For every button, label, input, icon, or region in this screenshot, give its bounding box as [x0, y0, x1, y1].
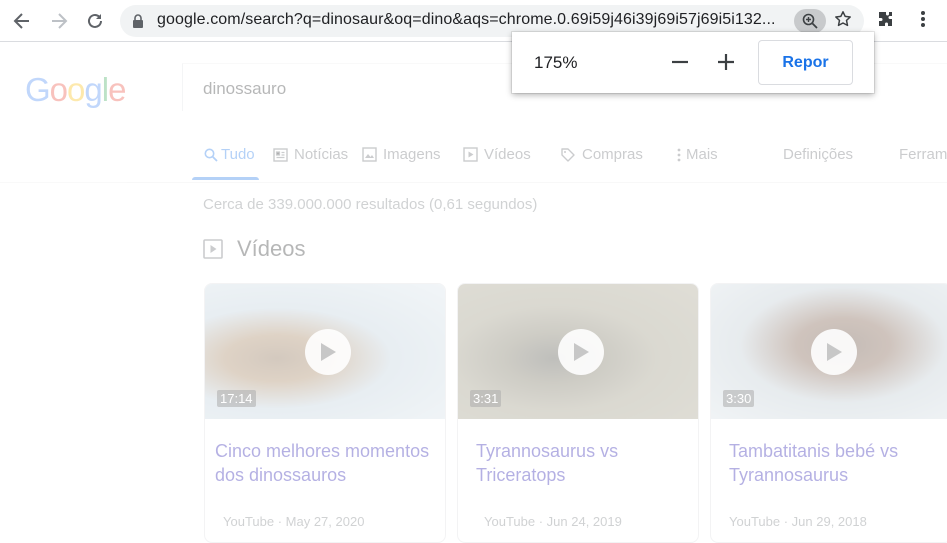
video-meta: YouTube · Jun 29, 2018: [729, 514, 867, 529]
zoom-level: 175%: [534, 53, 578, 72]
tab-news[interactable]: Notícias: [273, 146, 348, 163]
tab-label: Compras: [582, 146, 643, 163]
tab-label: Mais: [686, 146, 718, 163]
plus-icon: [718, 54, 734, 70]
tab-tools[interactable]: Ferram: [899, 146, 947, 163]
tab-label: Notícias: [294, 146, 349, 163]
search-results-page: Google dinossauro Tudo Notícias Imagens …: [0, 43, 947, 543]
lock-icon[interactable]: [132, 14, 144, 33]
google-logo[interactable]: Google: [25, 71, 126, 109]
logo-letter: e: [108, 71, 126, 108]
menu-icon[interactable]: [913, 9, 933, 34]
active-tab-indicator: [192, 177, 259, 180]
star-icon[interactable]: [834, 10, 852, 33]
video-title[interactable]: Tambatitanis bebé vs Tyrannosaurus: [729, 439, 899, 487]
tab-label: Imagens: [383, 146, 441, 163]
video-date: Jun 24, 2019: [546, 514, 622, 529]
zoom-icon[interactable]: [794, 9, 826, 33]
video-duration: 17:14: [217, 390, 256, 407]
reset-zoom-button[interactable]: Repor: [758, 40, 853, 85]
image-icon: [362, 147, 377, 162]
zoom-out-button[interactable]: [668, 50, 692, 74]
tab-videos[interactable]: Vídeos: [463, 146, 531, 163]
tab-label: Vídeos: [484, 146, 531, 163]
video-duration: 3:30: [723, 390, 755, 407]
play-icon[interactable]: [558, 329, 604, 375]
search-tabs: Tudo Notícias Imagens Vídeos Compras Mai…: [0, 143, 947, 183]
logo-letter: o: [67, 71, 85, 108]
video-meta: YouTube · May 27, 2020: [223, 514, 365, 529]
tab-shopping[interactable]: Compras: [560, 146, 643, 163]
zoom-in-button[interactable]: [714, 50, 738, 74]
video-card[interactable]: 3:30 Tambatitanis bebé vs Tyrannosaurus …: [710, 283, 947, 543]
search-query[interactable]: dinossauro: [203, 79, 286, 99]
video-source: YouTube: [484, 514, 536, 529]
search-icon: [204, 148, 218, 162]
logo-letter: g: [84, 71, 102, 108]
result-stats: Cerca de 339.000.000 resultados (0,61 se…: [203, 196, 538, 213]
tab-label: Tudo: [221, 146, 255, 163]
video-icon: [463, 147, 478, 162]
more-icon: [677, 148, 681, 161]
video-icon: [203, 239, 223, 259]
back-arrow-icon[interactable]: [8, 7, 36, 35]
play-icon[interactable]: [305, 329, 351, 375]
zoom-popup: 175% Repor: [512, 32, 874, 93]
video-date: May 27, 2020: [285, 514, 365, 529]
video-card[interactable]: 17:14 Cinco melhores momentos dos dinoss…: [204, 283, 446, 543]
videos-heading: Vídeos: [237, 236, 306, 261]
videos-section-header: Vídeos: [203, 236, 306, 262]
video-title[interactable]: Tyrannosaurus vs Triceratops: [476, 439, 698, 487]
tab-images[interactable]: Imagens: [362, 146, 441, 163]
play-icon[interactable]: [811, 329, 857, 375]
minus-icon: [672, 60, 688, 64]
tab-settings[interactable]: Definições: [783, 146, 853, 163]
url-text[interactable]: google.com/search?q=dinosaur&oq=dino&aqs…: [157, 11, 787, 29]
forward-arrow-icon[interactable]: [45, 7, 73, 35]
tab-more[interactable]: Mais: [676, 146, 718, 163]
video-meta: YouTube · Jun 24, 2019: [484, 514, 622, 529]
news-icon: [273, 147, 288, 162]
tab-all[interactable]: Tudo: [204, 146, 255, 163]
extensions-icon[interactable]: [876, 9, 896, 34]
video-card[interactable]: 3:31 Tyrannosaurus vs Triceratops YouTub…: [457, 283, 699, 543]
logo-letter: o: [49, 71, 68, 108]
reload-icon[interactable]: [81, 7, 109, 35]
tab-label: Definições: [783, 146, 854, 163]
video-source: YouTube: [729, 514, 781, 529]
logo-letter: G: [25, 71, 51, 108]
video-duration: 3:31: [470, 390, 502, 407]
video-title[interactable]: Cinco melhores momentos dos dinossauros: [215, 439, 441, 487]
tab-label: Ferram: [899, 146, 947, 163]
video-source: YouTube: [223, 514, 275, 529]
tag-icon: [561, 147, 575, 162]
video-date: Jun 29, 2018: [791, 514, 867, 529]
